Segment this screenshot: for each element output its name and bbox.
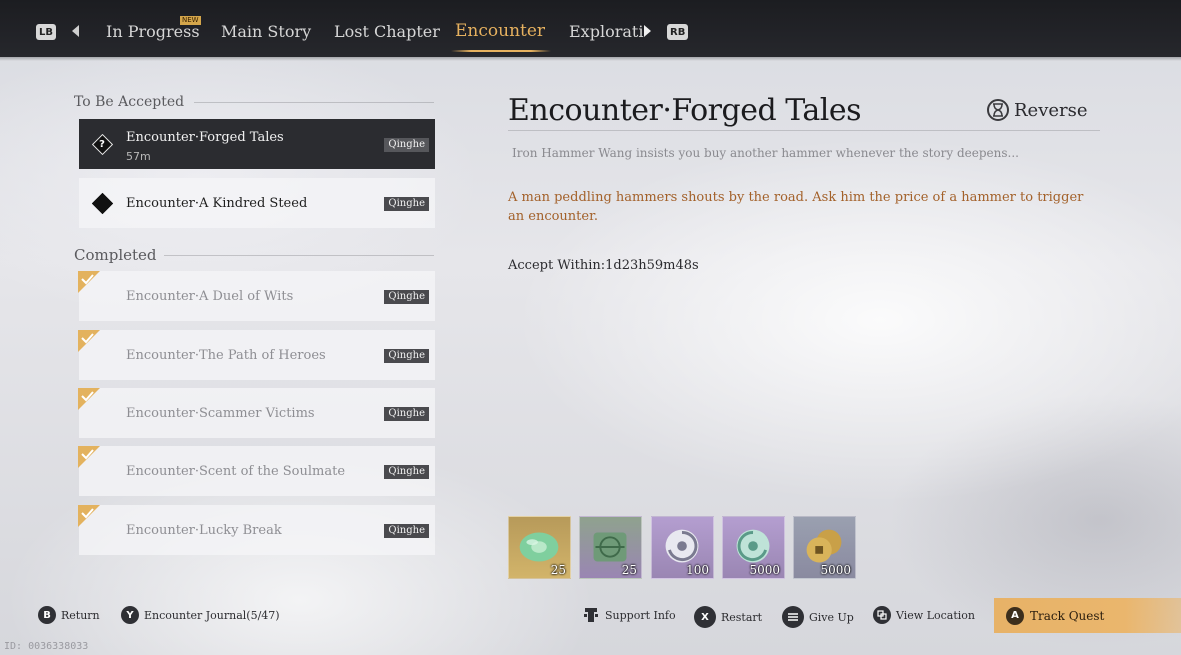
- completed-check-icon: [78, 505, 100, 527]
- completed-check-icon: [78, 330, 100, 352]
- reward-jade[interactable]: 25: [508, 516, 571, 579]
- journal-label: Encounter Journal(5/47): [144, 608, 280, 622]
- region-tag: Qinghe: [384, 407, 429, 421]
- rb-button[interactable]: RB: [667, 24, 689, 40]
- view-location-label: View Location: [896, 608, 975, 622]
- id-watermark: ID: 0036338033: [4, 641, 89, 652]
- support-info-hint[interactable]: Support Info: [582, 606, 676, 624]
- restart-label: Restart: [721, 610, 763, 624]
- tab-lost-chapter[interactable]: Lost Chapter: [334, 22, 440, 41]
- arrow-left-icon[interactable]: [72, 25, 79, 37]
- track-quest-button[interactable]: A Track Quest: [994, 598, 1181, 633]
- lb-button[interactable]: LB: [36, 24, 56, 40]
- region-tag: Qinghe: [384, 465, 429, 479]
- tab-main-story[interactable]: Main Story: [221, 22, 311, 41]
- quest-item-forged-tales[interactable]: ? Encounter·Forged Tales 57m Qinghe: [79, 119, 435, 169]
- quest-item-scent-of-soulmate[interactable]: Encounter·Scent of the Soulmate Qinghe: [78, 446, 435, 496]
- support-info-icon: [584, 608, 598, 622]
- quest-name: Encounter·A Duel of Wits: [126, 289, 294, 304]
- quest-item-kindred-steed[interactable]: Encounter·A Kindred Steed Qinghe: [79, 178, 435, 228]
- region-tag: Qinghe: [384, 138, 429, 152]
- quest-detail-title: Encounter·Forged Tales: [508, 93, 862, 128]
- view-button-icon: [873, 606, 891, 624]
- quest-name: Encounter·Scammer Victims: [126, 406, 315, 421]
- region-tag: Qinghe: [384, 349, 429, 363]
- reverse-button[interactable]: Reverse: [987, 99, 1088, 121]
- completed-check-icon: [78, 271, 100, 293]
- b-button-icon: B: [38, 606, 56, 624]
- quest-item-scammer-victims[interactable]: Encounter·Scammer Victims Qinghe: [78, 388, 435, 438]
- return-label: Return: [61, 608, 100, 622]
- reward-count: 25: [621, 563, 637, 577]
- region-tag: Qinghe: [384, 197, 429, 211]
- divider: [194, 102, 434, 103]
- y-button-icon: Y: [121, 606, 139, 624]
- quest-item-duel-of-wits[interactable]: Encounter·A Duel of Wits Qinghe: [78, 271, 435, 321]
- support-info-label: Support Info: [605, 608, 676, 622]
- top-tab-bar: LB In Progress NEW Main Story Lost Chapt…: [0, 0, 1181, 61]
- reward-count: 5000: [749, 563, 780, 577]
- quest-summary: Iron Hammer Wang insists you buy another…: [512, 146, 1019, 160]
- hourglass-icon: [987, 99, 1009, 121]
- menu-button-icon: [782, 606, 804, 628]
- reward-count: 100: [686, 563, 709, 577]
- completed-heading: Completed: [74, 246, 157, 264]
- restart-hint[interactable]: X Restart: [694, 606, 762, 628]
- quest-description: A man peddling hammers shouts by the roa…: [508, 190, 1084, 224]
- reward-count: 5000: [820, 563, 851, 577]
- completed-check-icon: [78, 446, 100, 468]
- x-button-icon: X: [694, 606, 716, 628]
- reward-swirl[interactable]: 100: [651, 516, 714, 579]
- divider: [508, 130, 1100, 131]
- quest-time: 57m: [126, 150, 151, 163]
- reward-ore[interactable]: 25: [579, 516, 642, 579]
- region-tag: Qinghe: [384, 524, 429, 538]
- give-up-hint[interactable]: Give Up: [782, 606, 854, 628]
- quest-name: Encounter·The Path of Heroes: [126, 348, 326, 363]
- divider: [164, 255, 434, 256]
- region-tag: Qinghe: [384, 290, 429, 304]
- completed-check-icon: [78, 388, 100, 410]
- accept-within-timer: Accept Within:1d23h59m48s: [508, 258, 699, 273]
- encounter-journal-hint[interactable]: Y Encounter Journal(5/47): [121, 606, 280, 624]
- track-quest-label: Track Quest: [1030, 608, 1105, 623]
- quest-name: Encounter·Lucky Break: [126, 523, 282, 538]
- reward-count: 25: [550, 563, 566, 577]
- quest-name: Encounter·Scent of the Soulmate: [126, 464, 346, 479]
- quest-item-path-of-heroes[interactable]: Encounter·The Path of Heroes Qinghe: [78, 330, 435, 380]
- give-up-label: Give Up: [809, 610, 854, 624]
- reward-wind[interactable]: 5000: [722, 516, 785, 579]
- a-button-icon: A: [1006, 606, 1024, 625]
- quest-item-lucky-break[interactable]: Encounter·Lucky Break Qinghe: [78, 505, 435, 555]
- quest-name: Encounter·Forged Tales: [126, 130, 284, 145]
- new-badge: NEW: [180, 16, 201, 25]
- tab-encounter[interactable]: Encounter: [450, 21, 552, 52]
- tab-exploration[interactable]: Explorati: [569, 22, 643, 41]
- reverse-label: Reverse: [1014, 99, 1088, 121]
- reward-coins[interactable]: 5000: [793, 516, 856, 579]
- quest-name: Encounter·A Kindred Steed: [126, 196, 308, 211]
- view-location-hint[interactable]: View Location: [873, 606, 975, 624]
- question-diamond-icon: ?: [93, 135, 111, 153]
- diamond-icon: [93, 194, 111, 212]
- arrow-right-icon[interactable]: [644, 25, 651, 37]
- return-hint[interactable]: B Return: [38, 606, 100, 624]
- to-be-accepted-heading: To Be Accepted: [74, 94, 185, 110]
